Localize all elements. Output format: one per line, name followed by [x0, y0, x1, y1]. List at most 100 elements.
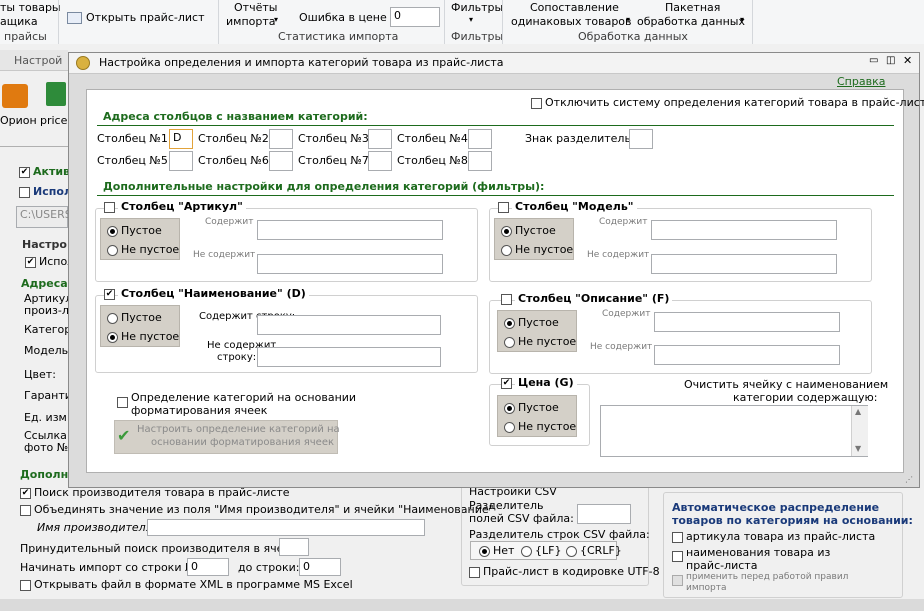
- article-empty-radio[interactable]: [107, 226, 118, 237]
- article-not-empty-radio[interactable]: [107, 245, 118, 256]
- batch-label-2[interactable]: обработка данных: [637, 15, 745, 28]
- configure-format-button[interactable]: ✔ Настроить определение категорий на осн…: [114, 420, 340, 454]
- name-contains-input[interactable]: [257, 315, 441, 335]
- csv-crlf-radio[interactable]: [566, 546, 577, 557]
- minimize-icon[interactable]: ▭: [869, 55, 878, 66]
- filters-button[interactable]: Фильтры: [451, 1, 503, 14]
- ribbon-separator: [58, 0, 59, 44]
- scroll-up-icon[interactable]: ▲: [855, 407, 861, 416]
- ribbon-price-goods[interactable]: ты товары: [0, 1, 61, 14]
- name-not-empty-radio[interactable]: [107, 332, 118, 343]
- description-not-contains-input[interactable]: [654, 345, 840, 365]
- col7-input[interactable]: [368, 151, 392, 171]
- orion-truck-icon[interactable]: [2, 84, 28, 108]
- utf8-checkbox[interactable]: [469, 567, 480, 578]
- csv-no-radio[interactable]: [479, 546, 490, 557]
- matching-label-1[interactable]: Сопоставление: [530, 1, 619, 14]
- open-xml-label: Открывать файл в формате XML в программе…: [34, 578, 353, 591]
- reports-label-1[interactable]: Отчёты: [234, 1, 277, 14]
- combine-values-checkbox[interactable]: [20, 505, 31, 516]
- matching-label-2[interactable]: одинаковых товаров: [511, 15, 632, 28]
- to-row-input[interactable]: 0: [299, 558, 341, 576]
- article-not-empty-label: Не пустое: [121, 243, 180, 256]
- price-label[interactable]: price.: [40, 114, 71, 127]
- disable-system-label: Отключить систему определения категорий …: [545, 96, 924, 109]
- forced-search-input[interactable]: [279, 538, 309, 556]
- tab-settings[interactable]: Настрой: [14, 54, 62, 67]
- manufacturer-name-input[interactable]: [147, 519, 425, 536]
- restore-icon[interactable]: ◫: [886, 55, 895, 66]
- open-price-list-button[interactable]: Открыть прайс-лист: [86, 11, 204, 24]
- model-not-empty-radio[interactable]: [501, 245, 512, 256]
- ribbon-suppliers[interactable]: ащика: [0, 15, 38, 28]
- excel-icon[interactable]: [46, 82, 66, 106]
- use-checkbox[interactable]: [19, 187, 30, 198]
- model-filter-checkbox[interactable]: [498, 202, 509, 213]
- article-filter-checkbox[interactable]: [104, 202, 115, 213]
- description-empty-label: Пустое: [518, 316, 559, 329]
- col1-input[interactable]: D: [169, 129, 193, 149]
- model-not-contains-input[interactable]: [651, 254, 837, 274]
- price-empty-radio[interactable]: [504, 403, 515, 414]
- col4-input[interactable]: [468, 129, 492, 149]
- reports-label-2[interactable]: импорта: [226, 15, 276, 28]
- open-xml-checkbox[interactable]: [20, 580, 31, 591]
- description-filter-checkbox[interactable]: [501, 294, 512, 305]
- disable-system-checkbox[interactable]: [531, 98, 542, 109]
- model-not-empty-label: Не пустое: [515, 243, 574, 256]
- csv-lf-radio[interactable]: [521, 546, 532, 557]
- col7-label: Столбец №7:: [298, 154, 373, 167]
- price-filter-checkbox[interactable]: ✔: [501, 378, 512, 389]
- col5-input[interactable]: [169, 151, 193, 171]
- price-list-icon: [67, 12, 82, 24]
- article-contains-input[interactable]: [257, 220, 443, 240]
- name-filter-checkbox[interactable]: ✔: [104, 289, 115, 300]
- chevron-down-icon[interactable]: ▾: [740, 15, 744, 24]
- model-contains-input[interactable]: [651, 220, 837, 240]
- apply-rules-checkbox[interactable]: [672, 575, 683, 586]
- col3-input[interactable]: [368, 129, 392, 149]
- section-filters-heading: Дополнительные настройки для определения…: [103, 180, 545, 193]
- ribbon-separator: [752, 0, 753, 44]
- batch-label-1[interactable]: Пакетная: [665, 1, 720, 14]
- active-checkbox[interactable]: ✔: [19, 167, 30, 178]
- model-not-contains-label: Не содержит: [587, 250, 650, 260]
- clear-cell-textarea[interactable]: ▲ ▼: [600, 405, 868, 457]
- textarea-scrollbar[interactable]: ▲ ▼: [851, 406, 868, 456]
- description-contains-input[interactable]: [654, 312, 840, 332]
- group-import-stats-label: Статистика импорта: [278, 30, 399, 43]
- search-manufacturer-checkbox[interactable]: ✔: [20, 488, 31, 499]
- auto-article-checkbox[interactable]: [672, 532, 683, 543]
- col8-input[interactable]: [468, 151, 492, 171]
- col2-input[interactable]: [269, 129, 293, 149]
- chevron-down-icon[interactable]: ▾: [469, 15, 473, 24]
- model-empty-radio[interactable]: [501, 226, 512, 237]
- article-not-contains-label: Не содержит: [193, 250, 256, 260]
- scroll-down-icon[interactable]: ▼: [855, 444, 861, 453]
- ribbon-separator: [218, 0, 219, 44]
- separator-input[interactable]: [629, 129, 653, 149]
- format-detect-checkbox[interactable]: [117, 397, 128, 408]
- auto-name-checkbox[interactable]: [672, 551, 683, 562]
- help-link[interactable]: Справка: [837, 75, 885, 88]
- description-not-empty-radio[interactable]: [504, 337, 515, 348]
- error-in-price-input[interactable]: 0: [390, 7, 440, 27]
- close-icon[interactable]: ✕: [903, 54, 912, 67]
- csv-field-sep-input[interactable]: [577, 504, 631, 524]
- name-not-empty-label: Не пустое: [121, 330, 180, 343]
- chevron-down-icon[interactable]: ▾: [626, 15, 630, 24]
- dialog-titlebar[interactable]: Настройка определения и импорта категори…: [69, 53, 919, 74]
- description-empty-radio[interactable]: [504, 318, 515, 329]
- path-input[interactable]: C:\USERS: [16, 206, 72, 228]
- start-import-input[interactable]: 0: [187, 558, 229, 576]
- col6-input[interactable]: [269, 151, 293, 171]
- format-detect-label-2: форматирования ячеек: [131, 404, 268, 417]
- name-empty-radio[interactable]: [107, 313, 118, 324]
- name-not-contains-input[interactable]: [257, 347, 441, 367]
- article-not-contains-input[interactable]: [257, 254, 443, 274]
- price-not-empty-radio[interactable]: [504, 422, 515, 433]
- resize-grip-icon[interactable]: ⋰: [905, 475, 913, 484]
- chevron-down-icon[interactable]: ▾: [274, 15, 278, 24]
- orion-label[interactable]: Орион: [0, 114, 37, 127]
- use2-checkbox[interactable]: ✔: [25, 257, 36, 268]
